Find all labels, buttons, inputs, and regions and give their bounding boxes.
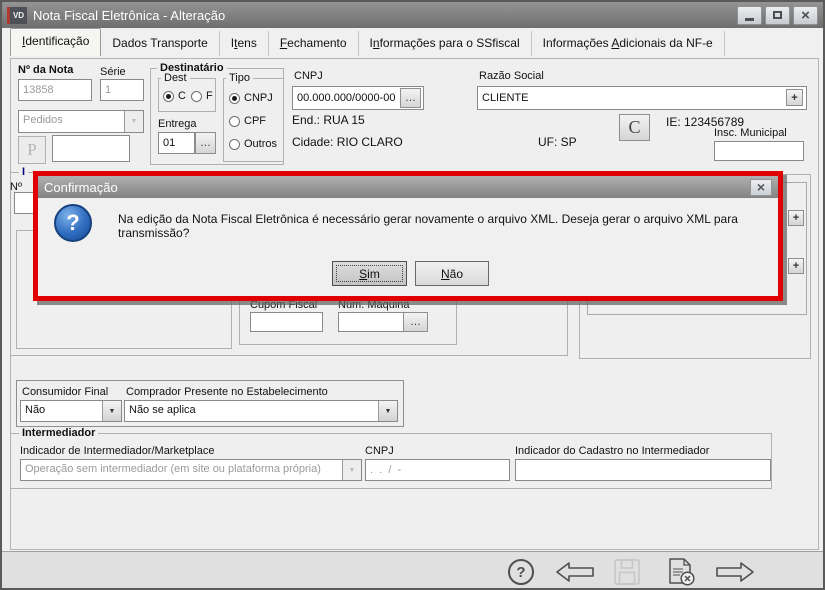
tipo-radio-outros[interactable]: Outros — [229, 138, 277, 150]
insc-municipal-input[interactable] — [714, 141, 804, 161]
tab-itens[interactable]: Itens — [220, 31, 269, 56]
pedidos-combo-value: Pedidos — [19, 111, 124, 132]
consumidor-final-label: Consumidor Final — [22, 386, 108, 398]
title-bar: VD Nota Fiscal Eletrônica - Alteração × — [2, 2, 823, 28]
tab-informacoes-adicionais-nfe[interactable]: Informações Adicionais da NF-e — [532, 31, 725, 56]
entrega-ellipsis-button[interactable]: … — [195, 132, 216, 154]
pedido-numero-input[interactable] — [52, 135, 130, 162]
minimize-icon — [745, 18, 754, 21]
help-icon[interactable]: ? — [508, 559, 534, 585]
dialog-message: Na edição da Nota Fiscal Eletrônica é ne… — [118, 212, 764, 240]
tipo-radio-cpf[interactable]: CPF — [229, 115, 266, 127]
intermediador-cnpj-label: CNPJ — [365, 445, 394, 457]
consumidor-final-combo[interactable]: Não ▼ — [20, 400, 122, 422]
radio-cpf-icon — [229, 116, 240, 127]
tab-bar: Identificação Dados Transporte Itens Fec… — [2, 28, 823, 56]
radio-c-icon — [163, 91, 174, 102]
cupom-fiscal-input[interactable] — [250, 312, 323, 332]
comprador-value: Não se aplica — [125, 401, 378, 421]
add-button-1[interactable]: + — [788, 210, 804, 226]
sim-button[interactable]: Sim — [332, 261, 407, 286]
maximize-icon — [773, 11, 782, 19]
radio-cnpj-icon — [229, 93, 240, 104]
question-icon: ? — [54, 204, 92, 242]
add-button-2[interactable]: + — [788, 258, 804, 274]
minimize-button[interactable] — [737, 6, 762, 25]
radio-outros-icon — [229, 139, 240, 150]
c-button[interactable]: C — [619, 114, 650, 141]
indicador-intermediador-value: Operação sem intermediador (em site ou p… — [21, 460, 342, 480]
dest-group-label: Dest — [161, 72, 190, 84]
pedidos-combo-arrow-icon: ▼ — [124, 111, 143, 132]
intermediador-cnpj-input — [365, 459, 510, 481]
tab-identificacao[interactable]: Identificação — [10, 28, 101, 56]
intermediador-group-label: Intermediador — [19, 427, 98, 439]
hidden-left-group-label: I — [19, 166, 28, 178]
indicador-intermediador-arrow-icon: ▼ — [342, 460, 361, 480]
cidade-text: Cidade: RIO CLARO — [292, 135, 403, 149]
comprador-label: Comprador Presente no Estabelecimento — [126, 386, 328, 398]
tab-informacoes-ssfiscal[interactable]: Informações para o SSfiscal — [359, 31, 532, 56]
dest-radio-f[interactable]: F — [191, 90, 213, 102]
indicador-cadastro-label: Indicador do Cadastro no Intermediador — [515, 445, 709, 457]
close-button[interactable]: × — [793, 6, 818, 25]
pedidos-combo: Pedidos ▼ — [18, 110, 144, 133]
entrega-label: Entrega — [158, 118, 197, 130]
save-icon — [613, 558, 641, 586]
indicador-intermediador-label: Indicador de Intermediador/Marketplace — [20, 445, 214, 457]
tipo-group-label: Tipo — [226, 72, 253, 84]
tab-dados-transporte[interactable]: Dados Transporte — [101, 31, 219, 56]
indicador-intermediador-combo: Operação sem intermediador (em site ou p… — [20, 459, 362, 481]
num-nota-label: Nº da Nota — [18, 64, 73, 76]
endereco-text: End.: RUA 15 — [292, 113, 365, 127]
app-icon: VD — [7, 7, 27, 24]
dialog-title-bar: Confirmação × — [38, 176, 778, 198]
razao-social-input[interactable] — [477, 86, 807, 110]
nao-button[interactable]: Não — [415, 261, 489, 286]
tab-fechamento[interactable]: Fechamento — [269, 31, 359, 56]
dialog-title: Confirmação — [44, 180, 118, 195]
dest-radio-c[interactable]: C — [163, 90, 186, 102]
app-window: VD Nota Fiscal Eletrônica - Alteração × … — [0, 0, 825, 590]
serie-label: Série — [100, 66, 126, 78]
p-button: P — [18, 136, 46, 164]
cancel-document-icon[interactable] — [665, 557, 697, 587]
maximize-button[interactable] — [765, 6, 790, 25]
indicador-cadastro-input[interactable] — [515, 459, 771, 481]
tipo-radio-cnpj[interactable]: CNPJ — [229, 92, 273, 104]
comprador-combo[interactable]: Não se aplica ▼ — [124, 400, 398, 422]
radio-f-icon — [191, 91, 202, 102]
num-nota-input — [18, 79, 92, 101]
bottom-toolbar — [2, 551, 823, 588]
num-maquina-input[interactable] — [338, 312, 404, 332]
comprador-arrow-icon: ▼ — [378, 401, 397, 421]
cnpj-ellipsis-button[interactable]: … — [400, 88, 421, 108]
uf-text: UF: SP — [538, 135, 577, 149]
razao-social-add-button[interactable]: + — [786, 89, 803, 106]
back-arrow-icon[interactable] — [555, 561, 595, 583]
consumidor-final-arrow-icon: ▼ — [102, 401, 121, 421]
entrega-input[interactable] — [158, 132, 195, 154]
num-maquina-ellipsis-button[interactable]: … — [403, 312, 428, 332]
serie-input — [100, 79, 144, 101]
close-icon: × — [801, 8, 810, 23]
razao-social-label: Razão Social — [479, 70, 544, 82]
window-title: Nota Fiscal Eletrônica - Alteração — [33, 8, 225, 23]
consumidor-final-value: Não — [21, 401, 102, 421]
cnpj-label: CNPJ — [294, 70, 323, 82]
forward-arrow-icon[interactable] — [715, 561, 755, 583]
confirmation-dialog: Confirmação × ? Na edição da Nota Fiscal… — [33, 171, 783, 301]
dialog-close-button[interactable]: × — [750, 179, 772, 196]
insc-municipal-label: Insc. Municipal — [714, 127, 787, 139]
